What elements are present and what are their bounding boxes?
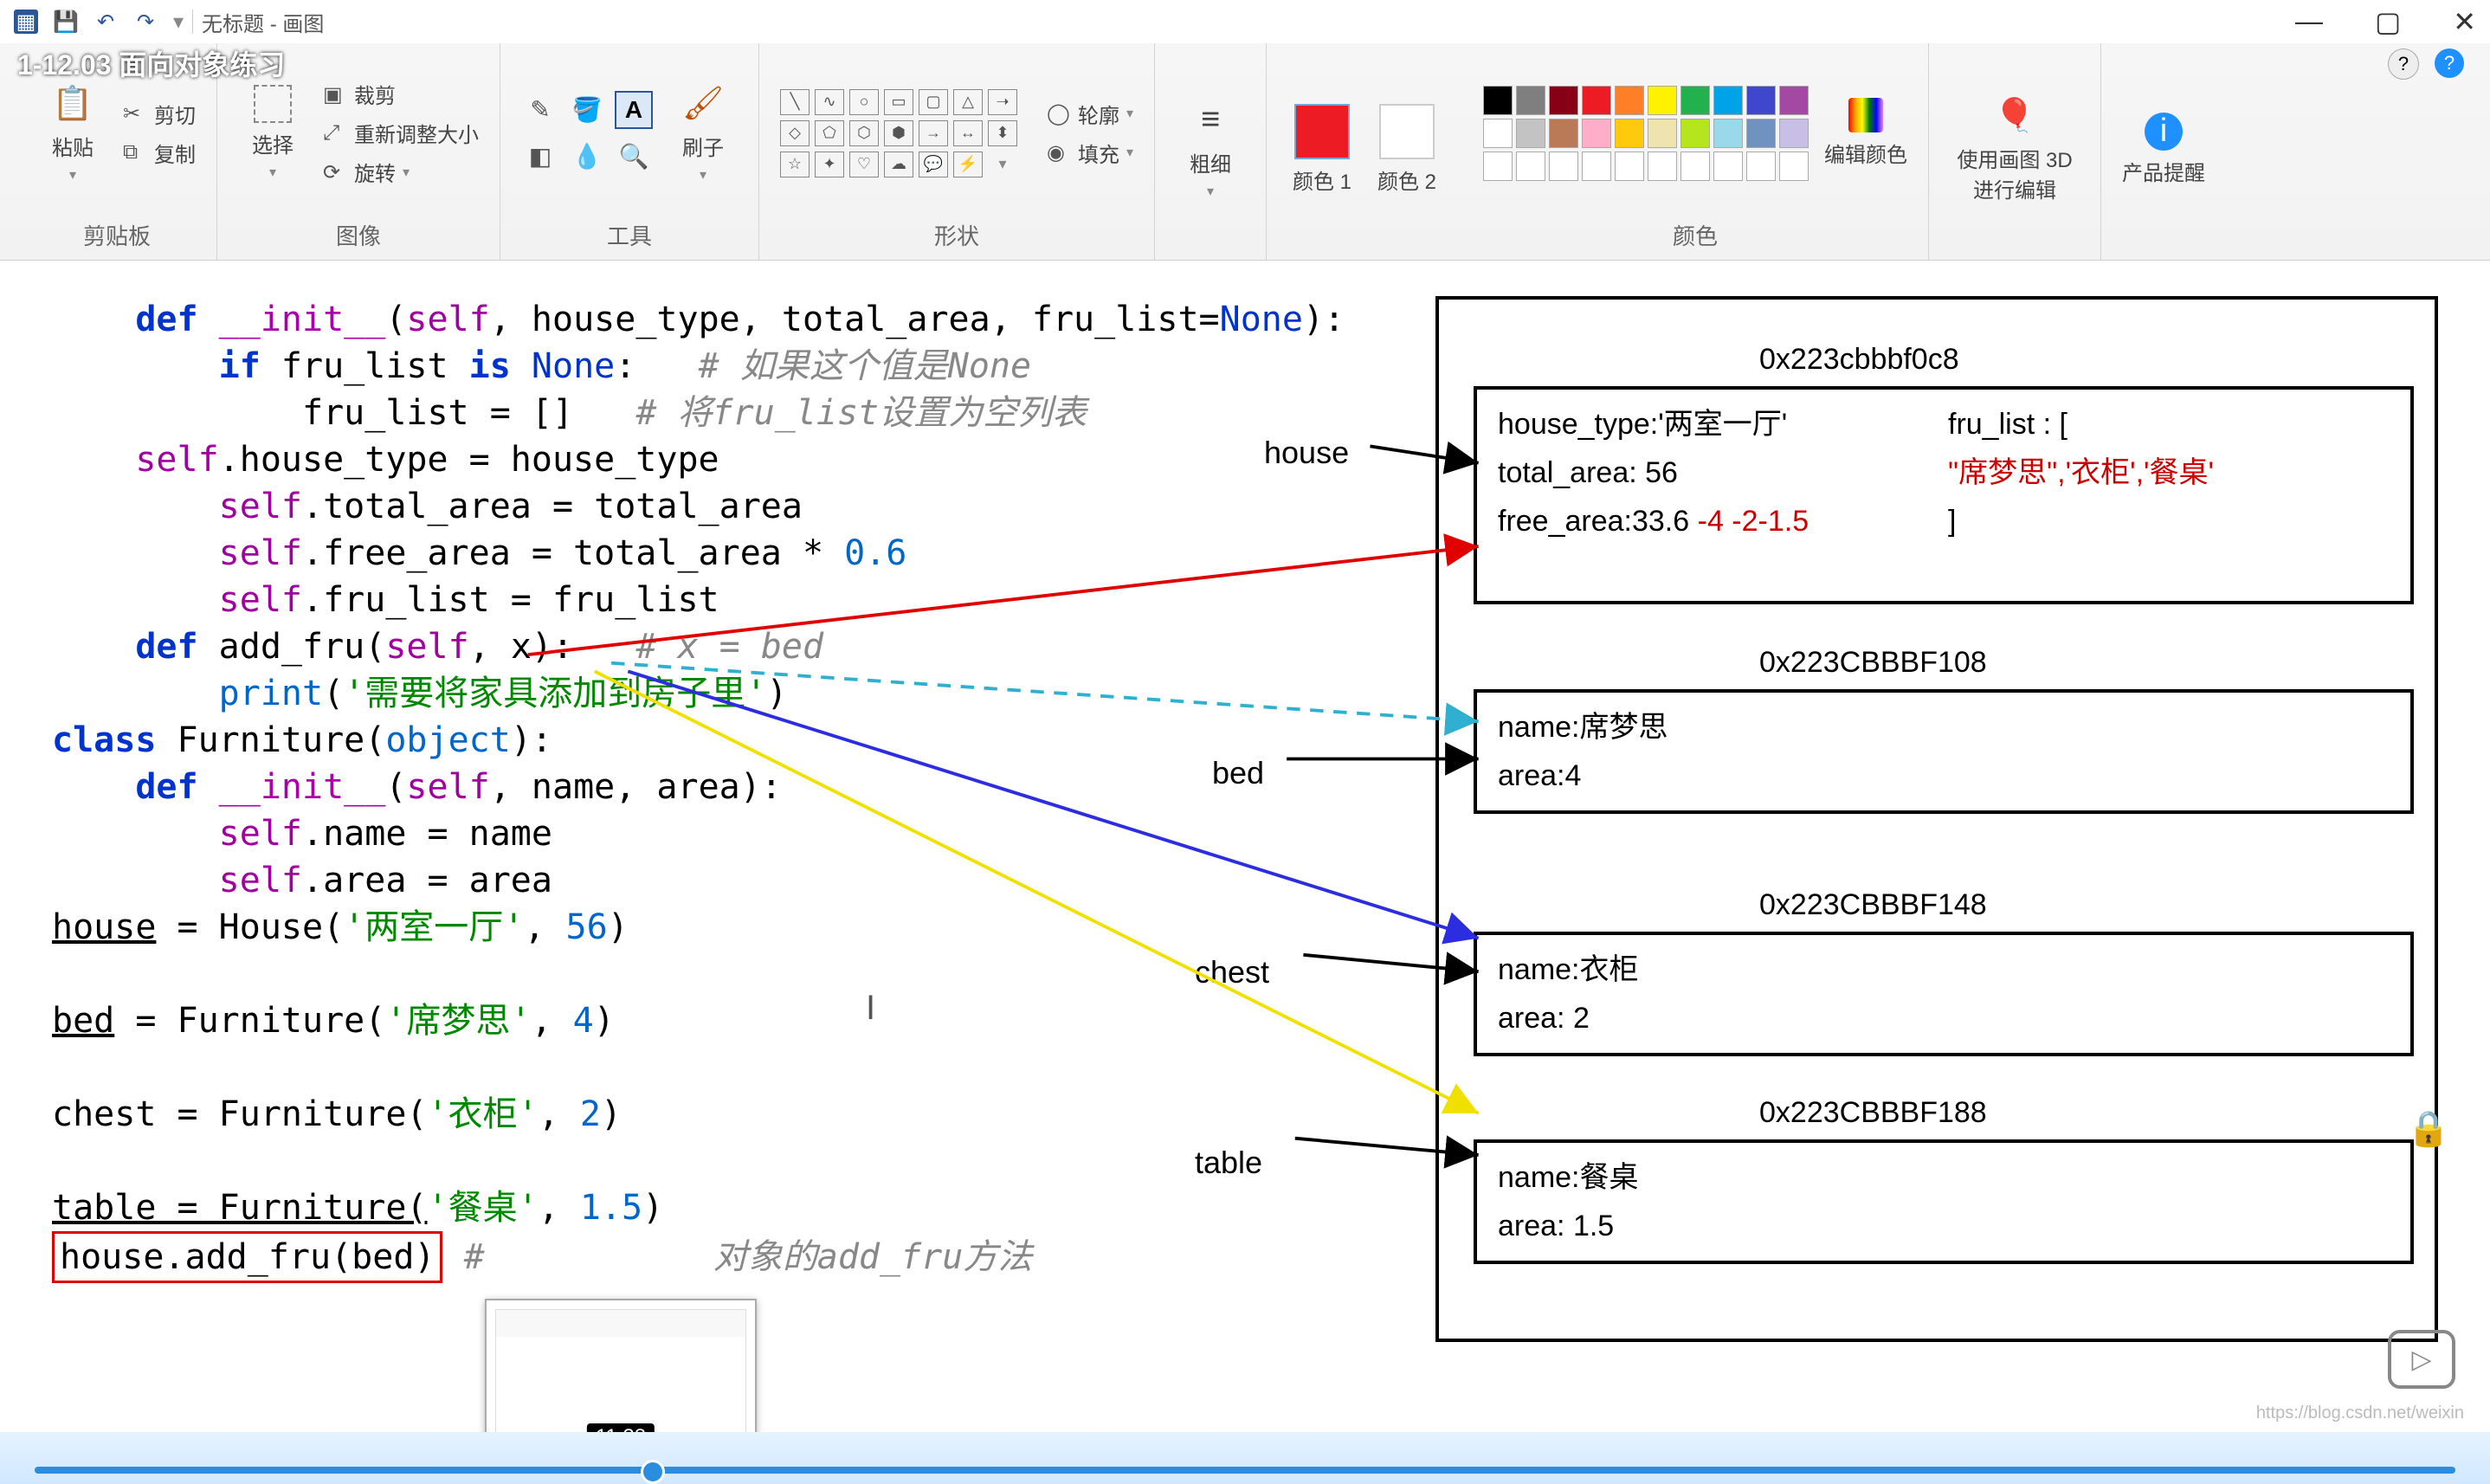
addr-house: 0x223cbbbf0c8 [1759,343,1959,377]
minimize-button[interactable]: — [2295,5,2323,38]
size-icon: ≡ [1189,99,1232,142]
ptr-house: house [1264,435,1349,471]
fill-shape-button[interactable]: ◉填充 ▾ [1047,138,1133,168]
addr-chest: 0x223CBBBF148 [1759,888,1987,922]
edit-colors-button[interactable]: 编辑颜色 [1824,98,1907,168]
rainbow-icon [1848,98,1883,132]
help-square-icon[interactable]: ? [2388,48,2419,80]
ribbon-group-paint3d: 🎈使用画图 3D 进行编辑 [1929,43,2101,260]
code-block: def __init__(self, house_type, total_are… [52,296,1345,1283]
color1-button[interactable]: 颜色 1 [1287,104,1357,195]
help-circle-icon[interactable]: ? [2435,48,2464,78]
ribbon-group-color1: 颜色 1 颜色 2 [1267,43,1462,260]
ribbon: 📋 粘贴 ▾ ✂剪切 ⧉复制 剪贴板 选择 ▾ ▣裁剪 ⤢重新调整大小 ⟳旋转 … [0,43,2490,261]
maximize-button[interactable]: ▢ [2375,5,2401,38]
ribbon-group-shapes: ╲∿○▭▢△➝ ◇⬠⬡⬢→↔⬍ ☆✦♡☁💬⚡▾ ◯轮廓 ▾ ◉填充 ▾ 形状 [759,43,1155,260]
watermark: https://blog.csdn.net/weixin [2256,1403,2464,1423]
color2-button[interactable]: 颜色 2 [1372,104,1442,195]
clipboard-icon: 📋 [51,82,94,126]
ribbon-group-alert: i产品提醒 [2101,43,2226,260]
bucket-icon: ◉ [1047,140,1071,165]
ribbon-group-tools: ✎ 🪣 A ◧ 💧 🔍 🖌 刷子 ▾ 工具 [500,43,759,260]
copy-button[interactable]: ⧉复制 [123,138,196,168]
paste-label: 粘贴 [52,131,94,161]
ribbon-group-size: ≡ 粗细 ▾ [1155,43,1267,260]
titlebar: ▦ 💾 ↶ ↷ ▾ 无标题 - 画图 — ▢ ✕ [0,0,2490,43]
chest-box: name:衣柜area: 2 [1474,932,2414,1056]
paint-canvas[interactable]: def __init__(self, house_type, total_are… [0,261,2490,1415]
balloon-icon: 🎈 [1993,94,2036,138]
quick-access-toolbar: ▦ 💾 ↶ ↷ ▾ [14,10,184,35]
magnifier-icon[interactable]: 🔍 [615,138,653,176]
app-icon: ▦ [14,10,38,34]
addr-table: 0x223CBBBF188 [1759,1096,1987,1130]
crop-button[interactable]: ▣裁剪 [323,79,479,109]
pencil-icon[interactable]: ✎ [521,91,559,129]
highlighted-call: house.add_fru(bed) [52,1231,442,1283]
paste-button[interactable]: 📋 粘贴 ▾ [38,82,107,184]
brush-icon: 🖌 [681,82,725,126]
progress-bar[interactable] [35,1467,2455,1474]
close-button[interactable]: ✕ [2453,5,2476,38]
color2-swatch [1379,104,1435,159]
color-palette[interactable] [1483,86,1809,181]
select-button[interactable]: 选择 ▾ [238,85,307,181]
progress-handle[interactable] [641,1460,665,1484]
house-box: house_type:'两室一厅' total_area: 56 free_ar… [1474,386,2414,604]
outline-button[interactable]: ◯轮廓 ▾ [1047,99,1133,129]
ptr-table: table [1195,1145,1262,1181]
bed-box: name:席梦思area:4 [1474,689,2414,814]
rotate-icon: ⟳ [323,160,347,184]
fill-icon[interactable]: 🪣 [568,91,606,129]
select-icon [254,85,292,123]
text-cursor-icon: I [866,989,875,1028]
memory-diagram: 0x223cbbbf0c8 house_type:'两室一厅' total_ar… [1435,296,2438,1342]
addr-bed: 0x223CBBBF108 [1759,646,1987,680]
paint3d-button[interactable]: 🎈使用画图 3D 进行编辑 [1950,94,2080,203]
window-controls: — ▢ ✕ [2295,5,2476,38]
help-icons: ? ? [2388,48,2464,80]
crop-icon: ▣ [323,82,347,106]
ptr-bed: bed [1212,755,1264,791]
resize-button[interactable]: ⤢重新调整大小 [323,118,479,148]
lock-icon: 🔒 [2407,1108,2450,1149]
copy-icon: ⧉ [123,140,147,165]
group-label: 剪贴板 [38,214,196,256]
tool-grid: ✎ 🪣 A ◧ 💧 🔍 [521,91,653,176]
redo-icon[interactable]: ↷ [133,10,158,34]
eraser-icon[interactable]: ◧ [521,138,559,176]
text-icon[interactable]: A [615,91,653,129]
outline-icon: ◯ [1047,101,1071,126]
save-icon[interactable]: 💾 [54,10,78,34]
undo-icon[interactable]: ↶ [94,10,118,34]
cut-button[interactable]: ✂剪切 [123,99,196,129]
table-box: name:餐桌area: 1.5 [1474,1139,2414,1264]
tv-icon[interactable]: ▷ [2388,1330,2455,1389]
alert-button[interactable]: i产品提醒 [2122,113,2205,186]
info-icon: i [2145,113,2183,151]
window-title: 无标题 - 画图 [202,7,324,37]
ribbon-group-colors: 编辑颜色 颜色 [1462,43,1929,260]
ptr-chest: chest [1195,954,1269,990]
brush-button[interactable]: 🖌 刷子 ▾ [668,82,738,184]
color1-swatch [1294,104,1350,159]
rotate-button[interactable]: ⟳旋转 ▾ [323,157,479,187]
resize-icon: ⤢ [323,121,347,145]
scissors-icon: ✂ [123,101,147,126]
size-button[interactable]: ≡ 粗细 ▾ [1176,99,1245,200]
eyedropper-icon[interactable]: 💧 [568,138,606,176]
video-scrubber[interactable] [0,1432,2490,1484]
video-title-overlay: 1-12.03 面向对象练习 [17,43,285,83]
shapes-gallery[interactable]: ╲∿○▭▢△➝ ◇⬠⬡⬢→↔⬍ ☆✦♡☁💬⚡▾ [780,89,1031,177]
